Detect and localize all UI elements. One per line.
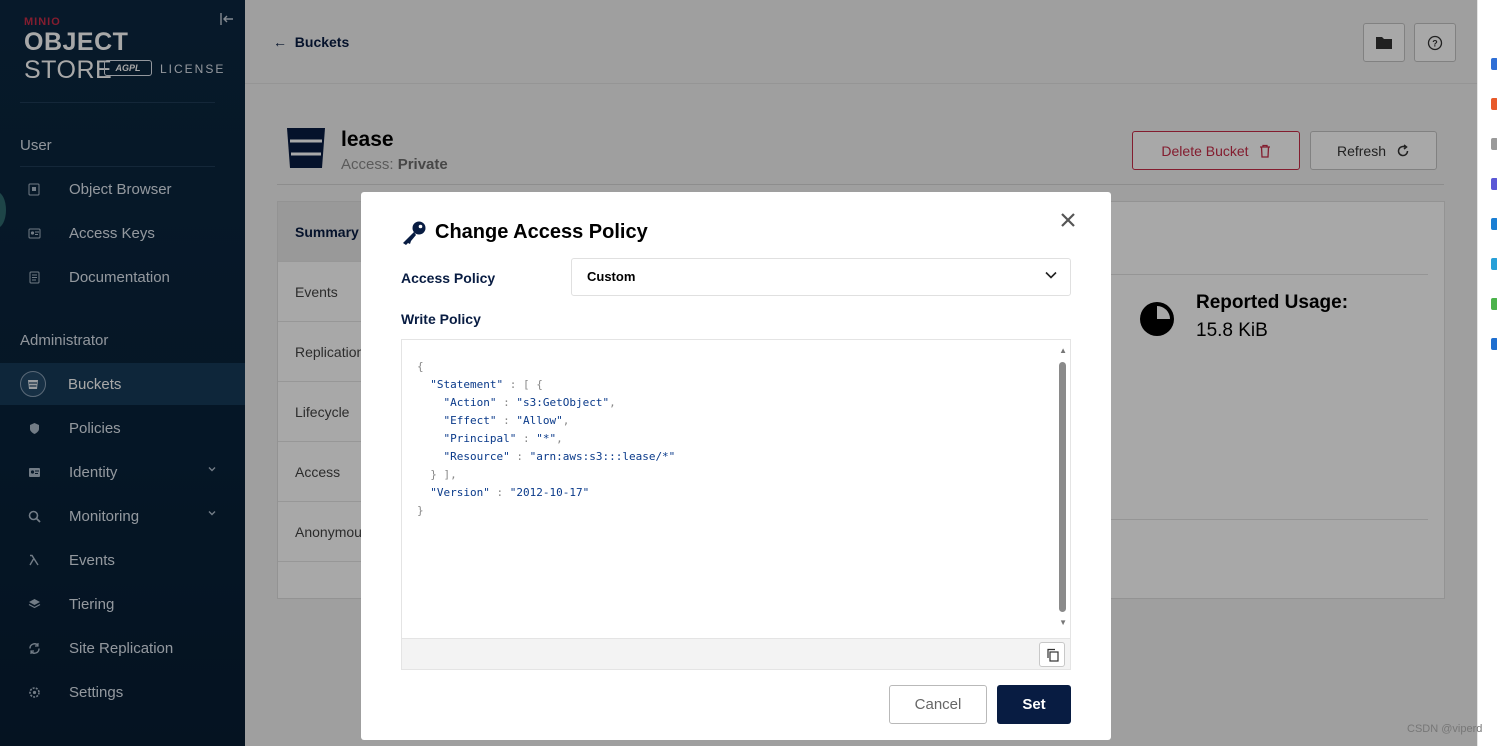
browser-side-strip xyxy=(1477,0,1497,746)
code-line: "Principal" : "*", xyxy=(443,432,563,445)
extension-icon[interactable] xyxy=(1491,178,1497,190)
set-button[interactable]: Set xyxy=(997,685,1071,724)
dialog-title: Change Access Policy xyxy=(435,221,648,243)
key-icon xyxy=(403,221,426,245)
code-line: "Effect" : "Allow", xyxy=(443,414,570,427)
extension-icon[interactable] xyxy=(1491,138,1497,150)
code-line: } xyxy=(417,504,424,517)
copy-icon xyxy=(1046,648,1059,662)
write-policy-label: Write Policy xyxy=(401,311,481,327)
extension-icon[interactable] xyxy=(1491,258,1497,270)
change-access-policy-dialog: Change Access Policy Access Policy Custo… xyxy=(361,192,1111,740)
extension-icon[interactable] xyxy=(1491,298,1497,310)
access-policy-value: Custom xyxy=(587,269,636,284)
extension-icon[interactable] xyxy=(1491,338,1497,350)
code-line: { xyxy=(417,360,424,373)
access-policy-label: Access Policy xyxy=(401,270,496,286)
extension-icon[interactable] xyxy=(1491,98,1497,110)
scrollbar-thumb[interactable] xyxy=(1059,362,1066,612)
close-icon[interactable] xyxy=(1059,208,1077,236)
watermark: CSDN @viperd xyxy=(1407,723,1483,735)
copy-button[interactable] xyxy=(1039,642,1065,667)
extension-icon[interactable] xyxy=(1491,58,1497,70)
chevron-down-icon xyxy=(1045,271,1057,279)
cancel-button[interactable]: Cancel xyxy=(889,685,987,724)
scroll-down-icon[interactable]: ▼ xyxy=(1059,618,1067,627)
policy-code[interactable]: { "Statement" : [ { "Action" : "s3:GetOb… xyxy=(417,358,675,520)
code-line: "Action" : "s3:GetObject", xyxy=(443,396,616,409)
code-line: "Version" : "2012-10-17" xyxy=(430,486,590,499)
code-line: "Resource" : "arn:aws:s3:::lease/*" xyxy=(443,450,676,463)
editor-footer xyxy=(402,638,1070,669)
extension-icon[interactable] xyxy=(1491,218,1497,230)
code-line: } ], xyxy=(417,468,457,481)
policy-editor[interactable]: { "Statement" : [ { "Action" : "s3:GetOb… xyxy=(401,339,1071,670)
scroll-up-icon[interactable]: ▲ xyxy=(1059,346,1067,355)
access-policy-select[interactable]: Custom xyxy=(571,258,1071,296)
code-line: "Statement" : [ { xyxy=(430,378,543,391)
